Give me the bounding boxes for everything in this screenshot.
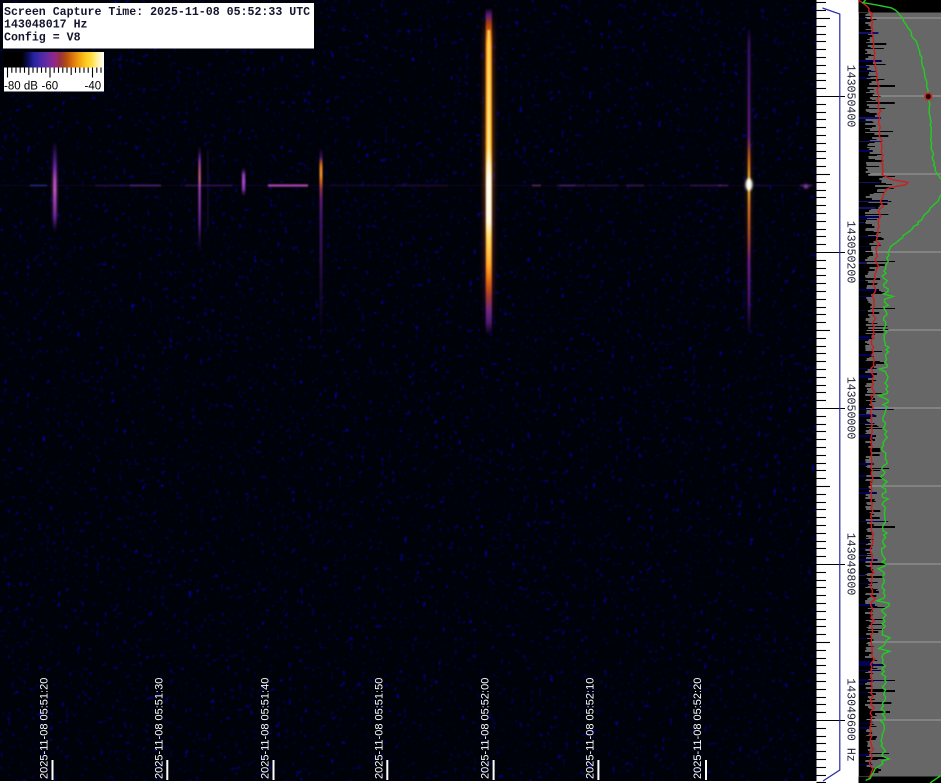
svg-text:2025-11-08 05:51:30: 2025-11-08 05:51:30 bbox=[153, 678, 165, 779]
svg-text:Config = V8: Config = V8 bbox=[4, 31, 81, 44]
svg-text:143050400: 143050400 bbox=[844, 65, 857, 128]
svg-text:143049600 Hz: 143049600 Hz bbox=[844, 678, 857, 762]
svg-text:-80 dB: -80 dB bbox=[4, 81, 38, 93]
svg-text:143050200: 143050200 bbox=[844, 221, 857, 284]
svg-text:2025-11-08 05:51:50: 2025-11-08 05:51:50 bbox=[373, 678, 385, 779]
svg-text:2025-11-08 05:52:20: 2025-11-08 05:52:20 bbox=[692, 678, 704, 779]
svg-text:143048017 Hz: 143048017 Hz bbox=[4, 19, 88, 32]
svg-text:2025-11-08 05:52:10: 2025-11-08 05:52:10 bbox=[584, 678, 596, 779]
svg-text:Screen Capture Time: 2025-11-0: Screen Capture Time: 2025-11-08 05:52:33… bbox=[4, 6, 310, 19]
svg-text:2025-11-08 05:51:40: 2025-11-08 05:51:40 bbox=[260, 678, 272, 779]
svg-text:143050000: 143050000 bbox=[844, 377, 857, 440]
svg-text:2025-11-08 05:51:20: 2025-11-08 05:51:20 bbox=[39, 678, 51, 779]
svg-text:-60: -60 bbox=[42, 81, 59, 93]
svg-text:-40: -40 bbox=[85, 81, 102, 93]
svg-text:143049800: 143049800 bbox=[844, 533, 857, 596]
svg-text:2025-11-08 05:52:00: 2025-11-08 05:52:00 bbox=[480, 678, 492, 779]
